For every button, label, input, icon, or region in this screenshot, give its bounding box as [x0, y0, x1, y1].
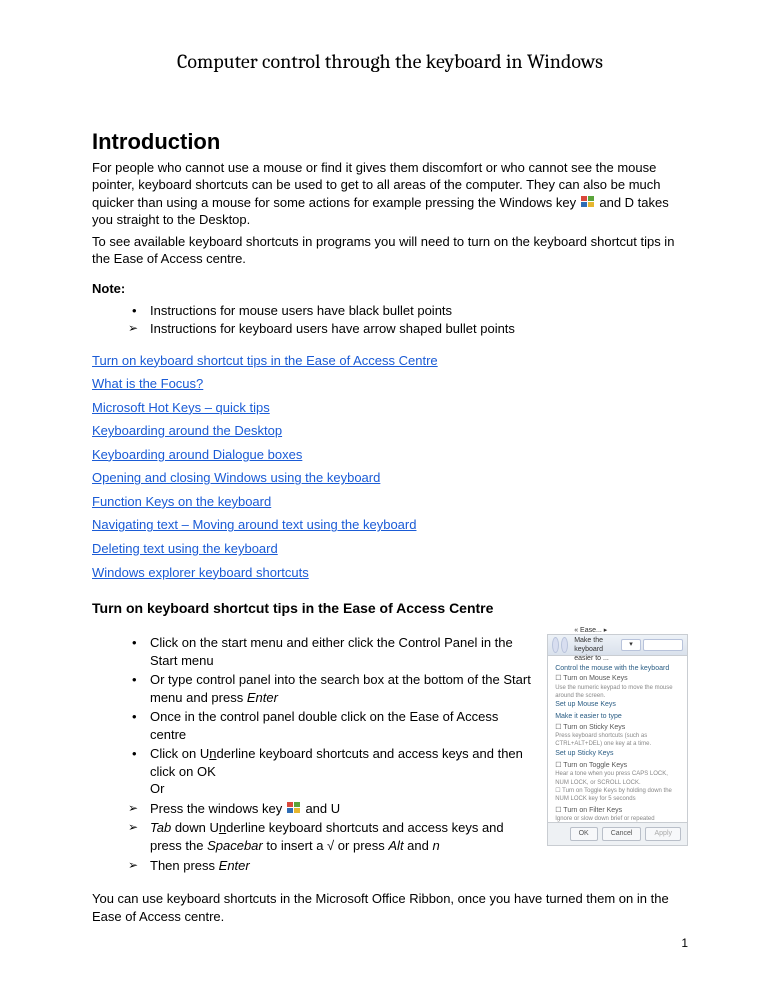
toggle-keys-checkbox[interactable]: Turn on Toggle Keys: [555, 761, 680, 770]
back-button[interactable]: [552, 637, 559, 653]
mouse-keys-checkbox[interactable]: Turn on Mouse Keys: [555, 674, 680, 683]
page-title: Computer control through the keyboard in…: [92, 48, 688, 75]
note-item: Instructions for mouse users have black …: [128, 302, 688, 320]
section-heading: Turn on keyboard shortcut tips in the Ea…: [92, 599, 688, 618]
step-item: Then press Enter: [128, 857, 537, 875]
dialog-footer: OK Cancel Apply: [548, 822, 687, 845]
toggle-keys-numlock[interactable]: Turn on Toggle Keys by holding down the …: [555, 787, 680, 803]
cancel-button[interactable]: Cancel: [602, 827, 642, 840]
steps-list-container: Click on the start menu and either click…: [92, 634, 537, 876]
intro-paragraph-2: To see available keyboard shortcuts in p…: [92, 233, 688, 268]
toc-link[interactable]: Navigating text – Moving around text usi…: [92, 516, 688, 534]
sticky-keys-desc: Press keyboard shortcuts (such as CTRL+A…: [555, 732, 680, 748]
ok-button[interactable]: OK: [570, 827, 598, 840]
page: Computer control through the keyboard in…: [0, 0, 768, 991]
note-item: Instructions for keyboard users have arr…: [128, 320, 688, 338]
step-item: Or type control panel into the search bo…: [128, 671, 537, 706]
dialog-titlebar: « Ease... ▸ Make the keyboard easier to …: [548, 635, 687, 656]
ease-of-access-dialog: « Ease... ▸ Make the keyboard easier to …: [547, 634, 688, 846]
toc-link[interactable]: Microsoft Hot Keys – quick tips: [92, 399, 688, 417]
mouse-keys-link[interactable]: Set up Mouse Keys: [555, 700, 680, 709]
step-item: Click on the start menu and either click…: [128, 634, 537, 669]
toc-link[interactable]: What is the Focus?: [92, 375, 688, 393]
apply-button[interactable]: Apply: [645, 827, 681, 840]
forward-button[interactable]: [561, 637, 568, 653]
toc-link[interactable]: Keyboarding around Dialogue boxes: [92, 446, 688, 464]
windows-logo-icon: [581, 196, 595, 208]
toc-link[interactable]: Windows explorer keyboard shortcuts: [92, 564, 688, 582]
intro-text-1a: For people who cannot use a mouse or fin…: [92, 160, 661, 210]
filter-keys-checkbox[interactable]: Turn on Filter Keys: [555, 806, 680, 815]
step-item: Press the windows key and U: [128, 800, 537, 818]
windows-logo-icon: [287, 802, 301, 814]
dialog-body: Control the mouse with the keyboard Turn…: [548, 656, 687, 822]
note-label: Note:: [92, 280, 688, 298]
filter-keys-desc: Ignore or slow down brief or repeated ke…: [555, 815, 680, 822]
sticky-keys-checkbox[interactable]: Turn on Sticky Keys: [555, 723, 680, 732]
toc-link[interactable]: Function Keys on the keyboard: [92, 493, 688, 511]
toggle-keys-desc1: Hear a tone when you press CAPS LOCK, NU…: [555, 770, 680, 786]
intro-heading: Introduction: [92, 127, 688, 157]
step-item: Once in the control panel double click o…: [128, 708, 537, 743]
toc-link[interactable]: Turn on keyboard shortcut tips in the Ea…: [92, 352, 688, 370]
step-item: Tab down Underline keyboard shortcuts an…: [128, 819, 537, 854]
page-number: 1: [92, 935, 688, 951]
toc-link[interactable]: Deleting text using the keyboard: [92, 540, 688, 558]
steps-list: Click on the start menu and either click…: [128, 634, 537, 874]
section-type-title: Make it easier to type: [555, 712, 680, 721]
toc-link[interactable]: Opening and closing Windows using the ke…: [92, 469, 688, 487]
sticky-keys-link[interactable]: Set up Sticky Keys: [555, 749, 680, 758]
steps-section: Click on the start menu and either click…: [92, 634, 688, 876]
search-input[interactable]: [643, 639, 683, 651]
closing-paragraph: You can use keyboard shortcuts in the Mi…: [92, 890, 688, 925]
refresh-button[interactable]: ▾: [621, 639, 641, 651]
mouse-keys-desc: Use the numeric keypad to move the mouse…: [555, 684, 680, 700]
table-of-contents: Turn on keyboard shortcut tips in the Ea…: [92, 352, 688, 581]
toc-link[interactable]: Keyboarding around the Desktop: [92, 422, 688, 440]
step-item: Click on Underline keyboard shortcuts an…: [128, 745, 537, 798]
note-list: Instructions for mouse users have black …: [128, 302, 688, 338]
breadcrumb[interactable]: « Ease... ▸ Make the keyboard easier to …: [574, 626, 621, 664]
section-mouse-title: Control the mouse with the keyboard: [555, 664, 680, 673]
intro-paragraph-1: For people who cannot use a mouse or fin…: [92, 159, 688, 229]
search-area: ▾: [621, 639, 683, 651]
